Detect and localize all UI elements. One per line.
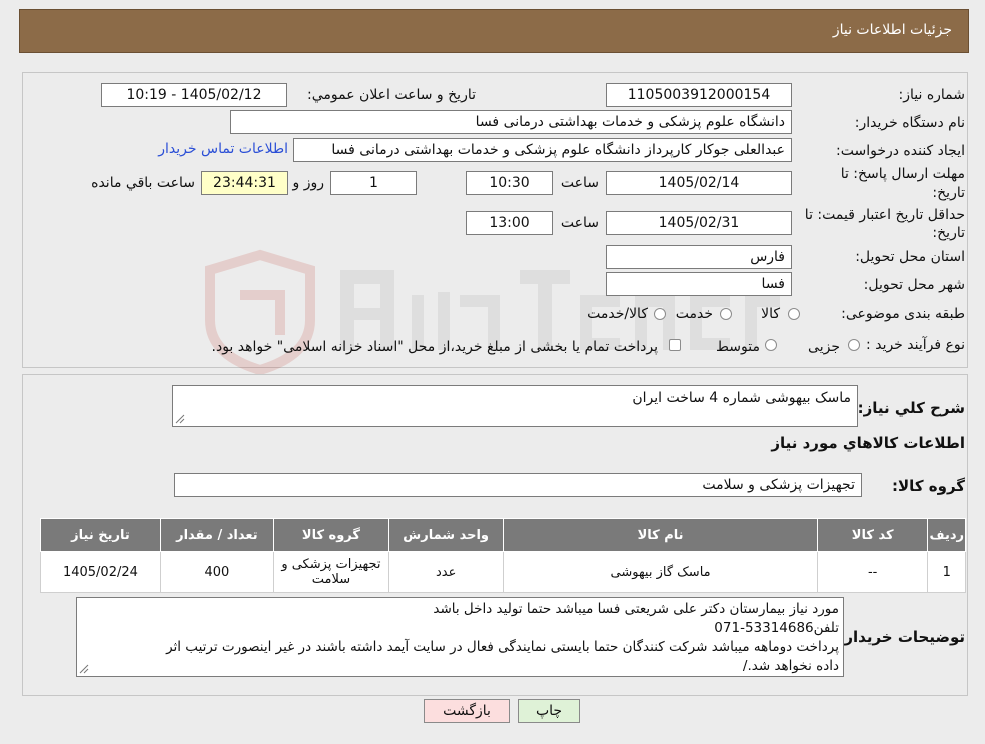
cell-need-date: 1405/02/24 — [40, 551, 161, 593]
resize-grip-icon[interactable] — [175, 414, 185, 424]
buyer-notes-label: توضيحات خريدار: — [838, 628, 965, 646]
process-label: نوع فرآيند خريد : — [866, 337, 965, 353]
goods-group-field[interactable]: تجهیزات پزشکی و سلامت — [174, 473, 862, 497]
items-table-header-row: رديف کد کالا نام کالا واحد شمارش گروه کا… — [40, 518, 966, 552]
cell-unit: عدد — [387, 551, 505, 593]
col-row-number: رديف — [927, 518, 966, 552]
need-number-field[interactable]: 1105003912000154 — [606, 83, 792, 107]
col-item-code: کد کالا — [816, 518, 929, 552]
back-button[interactable]: بازگشت — [424, 699, 510, 723]
validity-time-label: ساعت — [560, 215, 599, 231]
items-table: رديف کد کالا نام کالا واحد شمارش گروه کا… — [40, 518, 966, 593]
deadline-time-label: ساعت — [560, 175, 599, 191]
print-button[interactable]: چاپ — [518, 699, 580, 723]
province-field[interactable]: فارس — [606, 245, 792, 269]
cell-item-name: ماسک گاز بیهوشی — [503, 551, 818, 593]
buyer-notes-text: مورد نیاز بیمارستان دکتر علی شریعتی فسا … — [77, 598, 843, 678]
process-radio-medium[interactable] — [765, 339, 777, 351]
buyer-notes-line: پرداخت دوماهه میباشد شرکت کنندگان حتما ب… — [166, 639, 839, 655]
time-remaining-field[interactable]: 23:44:31 — [201, 171, 288, 195]
category-radio-goods-service[interactable] — [654, 308, 666, 320]
validity-date-field[interactable]: 1405/02/31 — [606, 211, 792, 235]
col-item-name: نام کالا — [503, 518, 818, 552]
city-label: شهر محل تحويل: — [863, 277, 965, 293]
category-radio-service[interactable] — [720, 308, 732, 320]
announce-field[interactable]: 1405/02/12 - 10:19 — [101, 83, 287, 107]
buyer-org-field[interactable]: دانشگاه علوم پزشکی و خدمات بهداشتی درمان… — [230, 110, 792, 134]
category-radio-goods[interactable] — [788, 308, 800, 320]
deadline-date-field[interactable]: 1405/02/14 — [606, 171, 792, 195]
cell-row-number: 1 — [927, 551, 966, 593]
resize-grip-icon[interactable] — [79, 664, 89, 674]
page-header: جزئیات اطلاعات نیاز — [19, 9, 969, 53]
description-label: شرح کلي نياز: — [857, 399, 965, 417]
cell-item-group: تجهیزات پزشکی و سلامت — [272, 551, 389, 593]
description-textarea[interactable]: ماسک بیهوشی شماره 4 ساخت ایران — [172, 385, 858, 427]
process-option-minor: جزیی — [808, 339, 840, 355]
buyer-org-label: نام دستگاه خريدار: — [854, 115, 965, 131]
process-checkbox-treasury[interactable] — [669, 339, 681, 351]
deadline-label-line2: تاريخ: — [932, 185, 965, 201]
validity-label-line1: حداقل تاريخ اعتبار قيمت: تا — [804, 207, 965, 223]
buyer-notes-textarea[interactable]: مورد نیاز بیمارستان دکتر علی شریعتی فسا … — [76, 597, 844, 677]
deadline-time-field[interactable]: 10:30 — [466, 171, 553, 195]
col-need-date: تاريخ نياز — [40, 518, 161, 552]
items-section-title: اطلاعات کالاهاي مورد نياز — [771, 434, 965, 452]
requester-field[interactable]: عبدالعلی جوکار کارپرداز دانشگاه علوم پزش… — [293, 138, 792, 162]
city-field[interactable]: فسا — [606, 272, 792, 296]
table-row: 1 -- ماسک گاز بیهوشی عدد تجهیزات پزشکی و… — [40, 551, 966, 593]
description-text: ماسک بیهوشی شماره 4 ساخت ایران — [632, 390, 851, 406]
deadline-label-line1: مهلت ارسال پاسخ: تا — [840, 166, 965, 182]
announce-label: تاريخ و ساعت اعلان عمومي: — [307, 87, 476, 103]
goods-group-label: گروه کالا: — [892, 477, 965, 495]
need-number-label: شماره نیاز: — [898, 87, 966, 103]
requester-label: ايجاد کننده درخواست: — [836, 143, 965, 159]
time-remaining-label: ساعت باقي مانده — [91, 175, 195, 191]
buyer-contact-link[interactable]: اطلاعات تماس خريدار — [158, 141, 288, 157]
col-unit: واحد شمارش — [387, 518, 505, 552]
process-radio-minor[interactable] — [848, 339, 860, 351]
category-option-goods-service: کالا/خدمت — [587, 306, 648, 322]
process-option-medium: متوسط — [716, 339, 760, 355]
cell-item-code: -- — [816, 551, 929, 593]
page-title: جزئیات اطلاعات نیاز — [832, 22, 952, 38]
validity-time-field[interactable]: 13:00 — [466, 211, 553, 235]
process-note: پرداخت تمام يا بخشی از مبلغ خريد،از محل … — [211, 339, 658, 355]
validity-label-line2: تاريخ: — [932, 225, 965, 241]
category-option-service: خدمت — [675, 306, 713, 322]
col-item-group: گروه کالا — [272, 518, 389, 552]
buyer-notes-line: مورد نیاز بیمارستان دکتر علی شریعتی فسا … — [433, 601, 839, 617]
buyer-notes-line: داده نخواهد شد./ — [742, 658, 839, 674]
province-label: استان محل تحويل: — [855, 249, 965, 265]
category-label: طبقه بندی موضوعی: — [841, 306, 965, 322]
category-option-goods: کالا — [761, 306, 780, 322]
days-remaining-field[interactable]: 1 — [330, 171, 417, 195]
cell-quantity: 400 — [159, 551, 274, 593]
days-label: روز و — [292, 175, 325, 191]
col-quantity: تعداد / مقدار — [159, 518, 274, 552]
buyer-notes-line: تلفن53314686-071 — [714, 620, 839, 636]
